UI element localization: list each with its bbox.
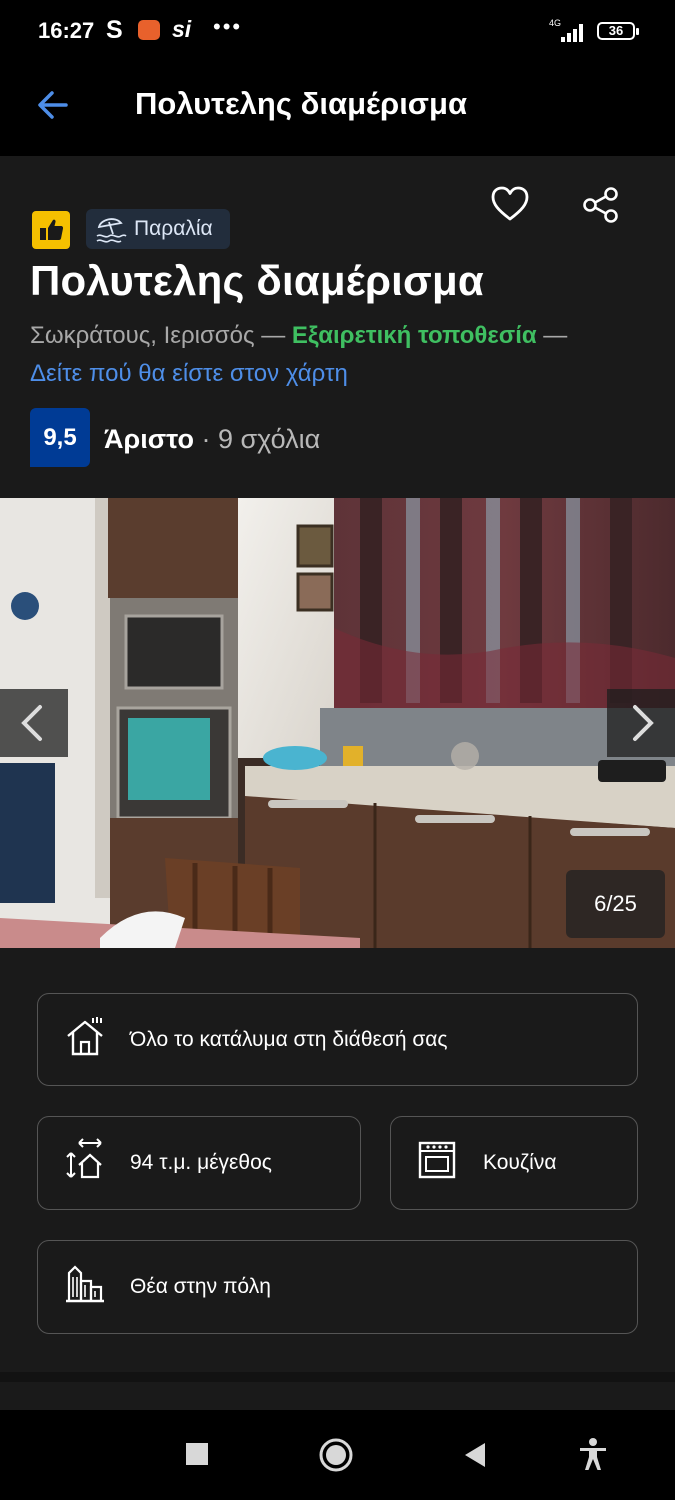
rating-word: Άριστο xyxy=(104,424,194,454)
city-icon xyxy=(66,1265,104,1303)
chevron-left-icon xyxy=(21,705,42,741)
feature-label: 94 τ.μ. μέγεθος xyxy=(130,1151,272,1174)
status-si-icon: si xyxy=(172,16,192,42)
share-icon[interactable] xyxy=(581,186,621,224)
thumbs-up-icon xyxy=(32,211,70,249)
status-s-icon: S xyxy=(106,16,123,44)
rating-summary[interactable]: Άριστο · 9 σχόλια xyxy=(104,424,320,455)
beach-umbrella-icon xyxy=(96,218,127,243)
address-dash-2: — xyxy=(543,322,568,349)
location-highlight: Εξαιρετική τοποθεσία xyxy=(291,322,537,349)
feature-kitchen[interactable]: Κουζίνα xyxy=(390,1116,638,1210)
beach-badge-label: Παραλία xyxy=(134,217,213,240)
address-dash: — xyxy=(261,322,286,349)
more-notifications-icon: ••• xyxy=(213,14,243,39)
app-notification-icon xyxy=(138,20,160,40)
status-bar: 16:27 S si ••• 4G 36 xyxy=(0,0,675,64)
review-score-badge: 9,5 xyxy=(30,408,90,467)
accessibility-icon[interactable] xyxy=(578,1437,608,1471)
property-title: Πολυτελης διαμέρισμα xyxy=(30,257,484,304)
battery-icon: 36 xyxy=(597,22,639,40)
chevron-right-icon xyxy=(633,705,654,741)
beach-badge: Παραλία xyxy=(86,209,230,249)
top-app-bar: Πολυτελης διαμέρισμα xyxy=(0,64,675,156)
feature-label: Κουζίνα xyxy=(483,1151,557,1174)
address-line: Σωκράτους, Ιερισσός — Εξαιρετική τοποθεσ… xyxy=(30,322,567,350)
section-divider xyxy=(0,1372,675,1382)
status-time: 16:27 xyxy=(38,18,95,43)
network-type: 4G xyxy=(549,18,562,28)
kitchen-icon xyxy=(418,1141,456,1179)
size-icon xyxy=(66,1138,102,1179)
system-navigation-bar xyxy=(0,1410,675,1500)
heart-icon[interactable] xyxy=(490,185,530,223)
previous-photo-button[interactable] xyxy=(0,689,68,757)
photo-counter: 6/25 xyxy=(566,870,665,938)
next-section xyxy=(0,1382,675,1412)
review-count: · 9 σχόλια xyxy=(201,424,321,454)
page-title: Πολυτελης διαμέρισμα xyxy=(135,86,468,121)
feature-city-view[interactable]: Θέα στην πόλη xyxy=(37,1240,638,1334)
house-icon xyxy=(67,1017,103,1056)
home-icon[interactable] xyxy=(318,1437,354,1473)
address-text: Σωκράτους, Ιερισσός xyxy=(30,322,255,349)
feature-label: Θέα στην πόλη xyxy=(130,1275,271,1298)
recent-apps-icon[interactable] xyxy=(185,1442,209,1466)
signal-icon xyxy=(561,22,587,42)
next-photo-button[interactable] xyxy=(607,689,675,757)
feature-label: Όλο το κατάλυμα στη διάθεσή σας xyxy=(130,1028,448,1051)
back-triangle-icon[interactable] xyxy=(463,1441,487,1469)
show-on-map-link[interactable]: Δείτε πού θα είστε στον χάρτη xyxy=(30,360,348,388)
feature-entire-place[interactable]: Όλο το κατάλυμα στη διάθεσή σας xyxy=(37,993,638,1086)
arrow-left-icon[interactable] xyxy=(36,88,70,122)
feature-size[interactable]: 94 τ.μ. μέγεθος xyxy=(37,1116,361,1210)
